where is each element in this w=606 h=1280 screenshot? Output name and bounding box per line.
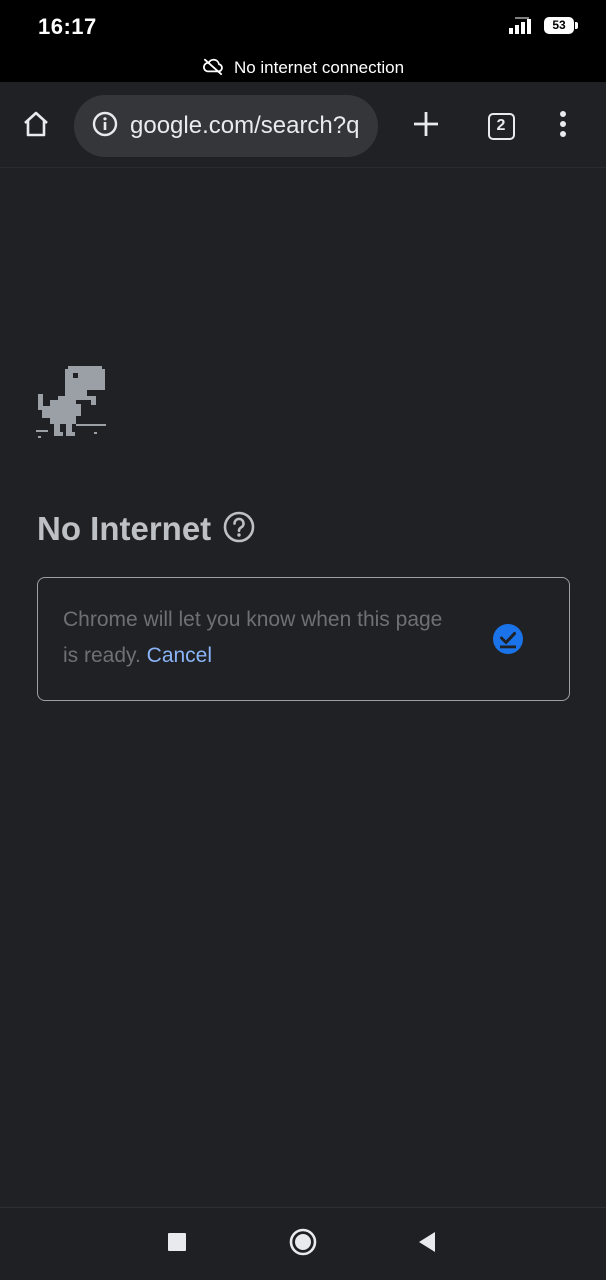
battery-icon: 53 (544, 17, 574, 34)
plus-icon (413, 111, 439, 142)
page-title: No Internet (37, 510, 212, 547)
battery-tip (575, 22, 578, 29)
card-message: Chrome will let you know when this page … (63, 602, 453, 674)
offline-banner: No internet connection (0, 55, 606, 81)
back-button[interactable] (409, 1226, 445, 1262)
system-nav-bar (0, 1207, 606, 1280)
info-icon[interactable] (92, 111, 118, 142)
signal-icon (508, 16, 534, 41)
download-later-icon (492, 623, 524, 660)
cancel-link[interactable]: Cancel (147, 644, 212, 667)
tab-switcher-button[interactable]: 2 (479, 104, 523, 148)
browser-toolbar: google.com/search?q 2 (0, 82, 606, 168)
home-icon (21, 109, 51, 144)
auto-reload-card: Chrome will let you know when this page … (37, 577, 570, 701)
cloud-off-icon (202, 57, 224, 80)
address-bar[interactable]: google.com/search?q (74, 95, 378, 157)
back-icon (417, 1231, 437, 1258)
url-text[interactable]: google.com/search?q (130, 112, 359, 140)
status-bar: 16:17 53 No internet connection (0, 0, 606, 82)
card-message-text: Chrome will let you know when this page … (63, 608, 443, 667)
tab-switcher-icon: 2 (487, 112, 515, 140)
offline-banner-text: No internet connection (233, 58, 405, 77)
menu-button[interactable] (541, 104, 585, 148)
system-home-button[interactable] (285, 1226, 321, 1262)
recents-button[interactable] (159, 1226, 195, 1262)
help-icon[interactable] (223, 511, 255, 548)
more-vert-icon (559, 110, 567, 143)
dino-icon[interactable] (36, 366, 108, 445)
home-button[interactable] (14, 104, 58, 148)
recents-icon (167, 1232, 187, 1257)
status-time: 16:17 (38, 14, 97, 39)
error-heading-row: No Internet (37, 510, 255, 548)
new-tab-button[interactable] (404, 104, 448, 148)
home-circle-icon (289, 1228, 317, 1261)
